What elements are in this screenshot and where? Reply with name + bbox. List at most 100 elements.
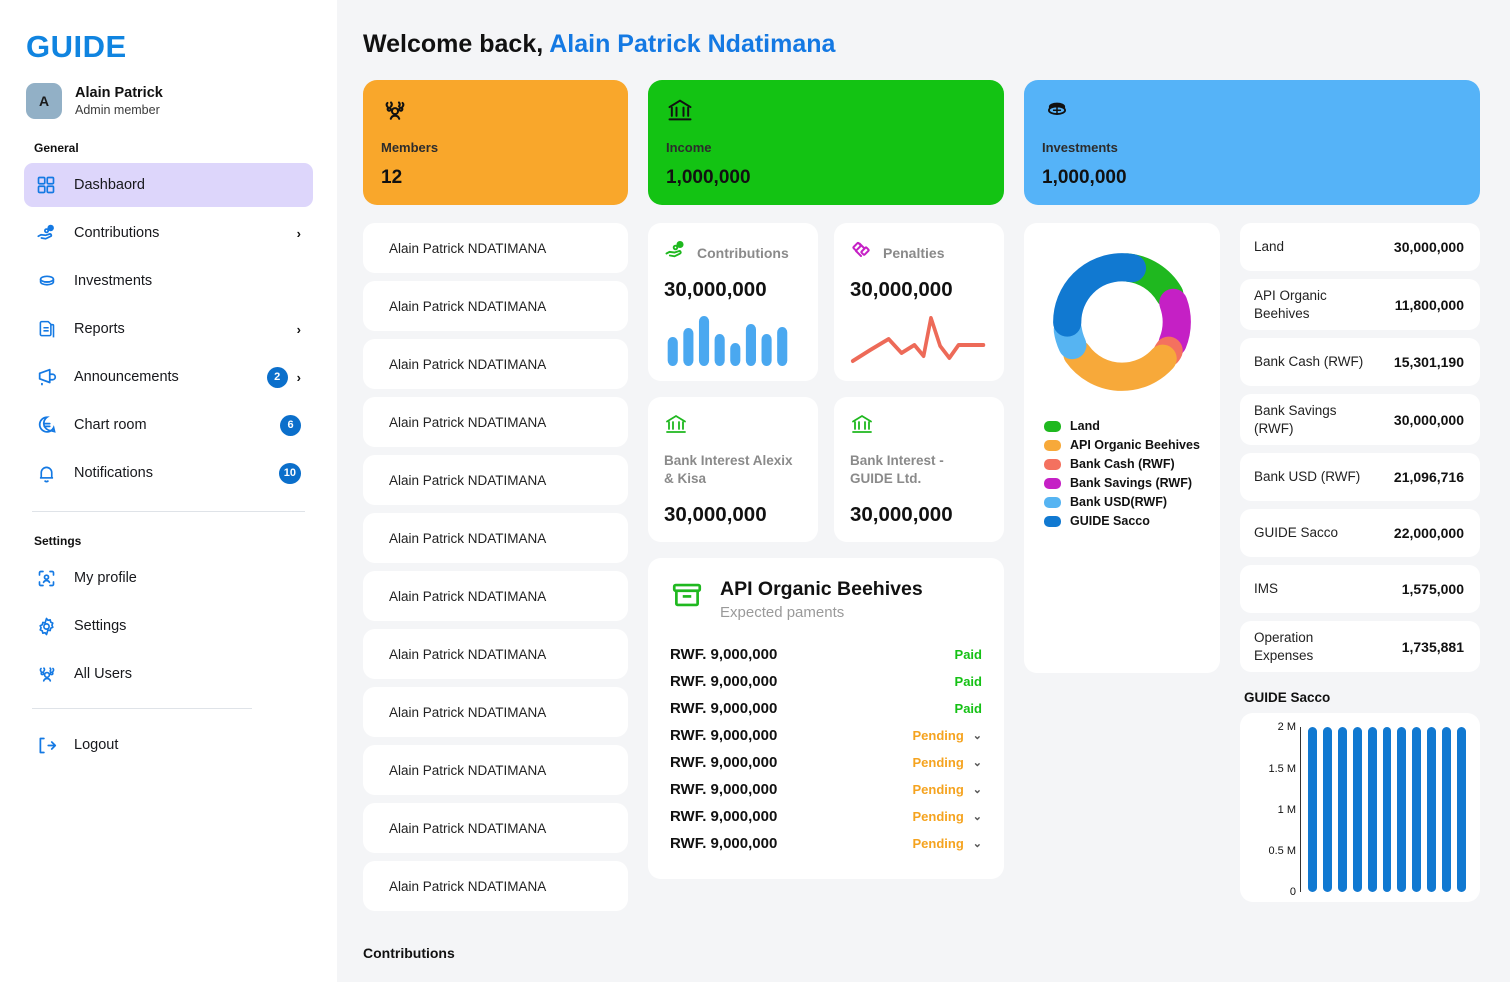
payment-status-badge[interactable]: Pending⌄ <box>913 755 983 770</box>
sidebar-nav-settings: My profile Settings All Users <box>24 556 313 696</box>
sidebar-item-my-profile[interactable]: My profile <box>24 556 313 600</box>
legend-swatch <box>1044 440 1061 451</box>
sidebar-item-contributions[interactable]: Contributions› <box>24 211 313 255</box>
sacco-bar <box>1353 727 1362 892</box>
member-row[interactable]: Alain Patrick NDATIMANA <box>363 339 628 389</box>
payment-status-badge[interactable]: Pending⌄ <box>913 782 983 797</box>
sidebar-item-all-users[interactable]: All Users <box>24 652 313 696</box>
member-row[interactable]: Alain Patrick NDATIMANA <box>363 629 628 679</box>
user-frame-icon <box>36 568 62 589</box>
sidebar-item-investments[interactable]: Investments <box>24 259 313 303</box>
asset-name: API Organic Beehives <box>1254 287 1364 322</box>
card-title: Bank Interest Alexix & Kisa <box>664 452 802 489</box>
asset-value: 15,301,190 <box>1394 354 1464 370</box>
sidebar-item-label: Settings <box>74 618 301 634</box>
dashboard-grid: Alain Patrick NDATIMANA Alain Patrick NDA… <box>363 223 1480 919</box>
asset-row[interactable]: IMS1,575,000 <box>1240 565 1480 613</box>
asset-row[interactable]: Land30,000,000 <box>1240 223 1480 271</box>
member-row[interactable]: Alain Patrick NDATIMANA <box>363 571 628 621</box>
card-penalties[interactable]: Penalties 30,000,000 <box>834 223 1004 381</box>
sidebar-item-chart-room[interactable]: Chart room6 <box>24 403 313 447</box>
payment-status-label: Pending <box>913 836 964 851</box>
app-logo: GUIDE <box>24 0 313 65</box>
card-guide-sacco-chart: 2 M1.5 M1 M0.5 M0 <box>1240 713 1480 902</box>
legend-swatch <box>1044 497 1061 508</box>
chevron-down-icon[interactable]: ⌄ <box>973 756 982 769</box>
payment-status-badge[interactable]: Pending ⌄ <box>913 836 983 851</box>
member-row[interactable]: Alain Patrick NDATIMANA <box>363 455 628 505</box>
member-row[interactable]: Alain Patrick NDATIMANA <box>363 223 628 273</box>
asset-row[interactable]: Bank Savings (RWF)30,000,000 <box>1240 394 1480 445</box>
sidebar-item-logout[interactable]: Logout <box>24 723 313 767</box>
chevron-down-icon[interactable]: ⌄ <box>973 783 982 796</box>
sacco-bar <box>1383 727 1392 892</box>
sidebar-item-announcements[interactable]: Announcements2› <box>24 355 313 399</box>
payment-amount: RWF. 9,000,000 <box>670 700 777 717</box>
member-row[interactable]: Alain Patrick NDATIMANA <box>363 745 628 795</box>
stat-card-investments[interactable]: Investments 1,000,000 <box>1024 80 1480 205</box>
card-title: Bank Interest - GUIDE Ltd. <box>850 452 988 489</box>
payment-status-badge[interactable]: Pending⌄ <box>913 728 983 743</box>
card-bank-interest-alexix[interactable]: Bank Interest Alexix & Kisa 30,000,000 <box>648 397 818 542</box>
legend-swatch <box>1044 478 1061 489</box>
legend-label: Bank Cash (RWF) <box>1070 457 1175 471</box>
sacco-bar <box>1442 727 1451 892</box>
asset-row[interactable]: API Organic Beehives11,800,000 <box>1240 279 1480 330</box>
member-row[interactable]: Alain Patrick NDATIMANA <box>363 687 628 737</box>
sidebar-item-label: Announcements <box>74 369 267 385</box>
y-axis-tick-label: 2 M <box>1278 721 1296 733</box>
y-axis-tick-label: 1 M <box>1278 804 1296 816</box>
members-list: Alain Patrick NDATIMANA Alain Patrick NDA… <box>363 223 628 919</box>
sidebar-item-label: Dashbaord <box>74 177 301 193</box>
bank-icon <box>664 412 688 441</box>
stat-card-income[interactable]: Income 1,000,000 <box>648 80 1004 205</box>
asset-row[interactable]: Operation Expenses1,735,881 <box>1240 621 1480 672</box>
payment-status-badge[interactable]: Pending⌄ <box>913 809 983 824</box>
member-row[interactable]: Alain Patrick NDATIMANA <box>363 397 628 447</box>
member-row[interactable]: Alain Patrick NDATIMANA <box>363 281 628 331</box>
asset-row[interactable]: GUIDE Sacco22,000,000 <box>1240 509 1480 557</box>
card-api-organic-beehives: API Organic Beehives Expected paments RW… <box>648 558 1004 879</box>
card-subtitle: Expected paments <box>720 604 923 621</box>
chevron-down-icon[interactable]: ⌄ <box>973 837 982 850</box>
sidebar-item-settings[interactable]: Settings <box>24 604 313 648</box>
legend-label: Bank Savings (RWF) <box>1070 476 1192 490</box>
payment-amount: RWF. 9,000,000 <box>670 835 777 852</box>
legend-swatch <box>1044 421 1061 432</box>
card-bank-interest-guide[interactable]: Bank Interest - GUIDE Ltd. 30,000,000 <box>834 397 1004 542</box>
stat-value: 12 <box>381 167 610 189</box>
sidebar-item-dashbaord[interactable]: Dashbaord <box>24 163 313 207</box>
contributions-bar-chart <box>664 314 802 366</box>
member-row[interactable]: Alain Patrick NDATIMANA <box>363 861 628 911</box>
payment-status-badge: Paid <box>955 701 982 716</box>
chevron-down-icon[interactable]: ⌄ <box>973 810 982 823</box>
legend-item: Bank Cash (RWF) <box>1044 457 1208 471</box>
asset-row[interactable]: Bank Cash (RWF)15,301,190 <box>1240 338 1480 386</box>
sidebar-nav-general: Dashbaord Contributions›InvestmentsReport… <box>24 163 313 495</box>
sidebar-item-label: Chart room <box>74 417 280 433</box>
avatar: A <box>26 83 62 119</box>
asset-name: GUIDE Sacco <box>1254 524 1338 542</box>
hand-coin-icon <box>664 238 688 267</box>
card-contributions[interactable]: Contributions 30,000,000 <box>648 223 818 381</box>
chevron-down-icon[interactable]: ⌄ <box>973 729 982 742</box>
chevron-right-icon: › <box>297 323 301 336</box>
welcome-greeting: Welcome back, <box>363 30 543 58</box>
sidebar-item-reports[interactable]: Reports› <box>24 307 313 351</box>
chevron-right-icon: › <box>297 227 301 240</box>
sacco-y-axis: 2 M1.5 M1 M0.5 M0 <box>1254 727 1300 892</box>
asset-row[interactable]: Bank USD (RWF)21,096,716 <box>1240 453 1480 501</box>
sidebar-profile[interactable]: A Alain Patrick Admin member <box>24 83 313 119</box>
payment-row: RWF. 9,000,000Pending⌄ <box>670 749 982 776</box>
sidebar-item-notifications[interactable]: Notifications10 <box>24 451 313 495</box>
payment-status-badge: Paid <box>955 647 982 662</box>
stat-title: Members <box>381 140 610 155</box>
mini-cards-row-2: Bank Interest Alexix & Kisa 30,000,000 B… <box>648 397 1004 542</box>
gavel-icon <box>850 238 874 267</box>
users-icon <box>36 663 62 685</box>
member-row[interactable]: Alain Patrick NDATIMANA <box>363 803 628 853</box>
member-row[interactable]: Alain Patrick NDATIMANA <box>363 513 628 563</box>
stat-card-members[interactable]: Members 12 <box>363 80 628 205</box>
sidebar-item-label: My profile <box>74 570 301 586</box>
card-value: 30,000,000 <box>664 503 802 527</box>
